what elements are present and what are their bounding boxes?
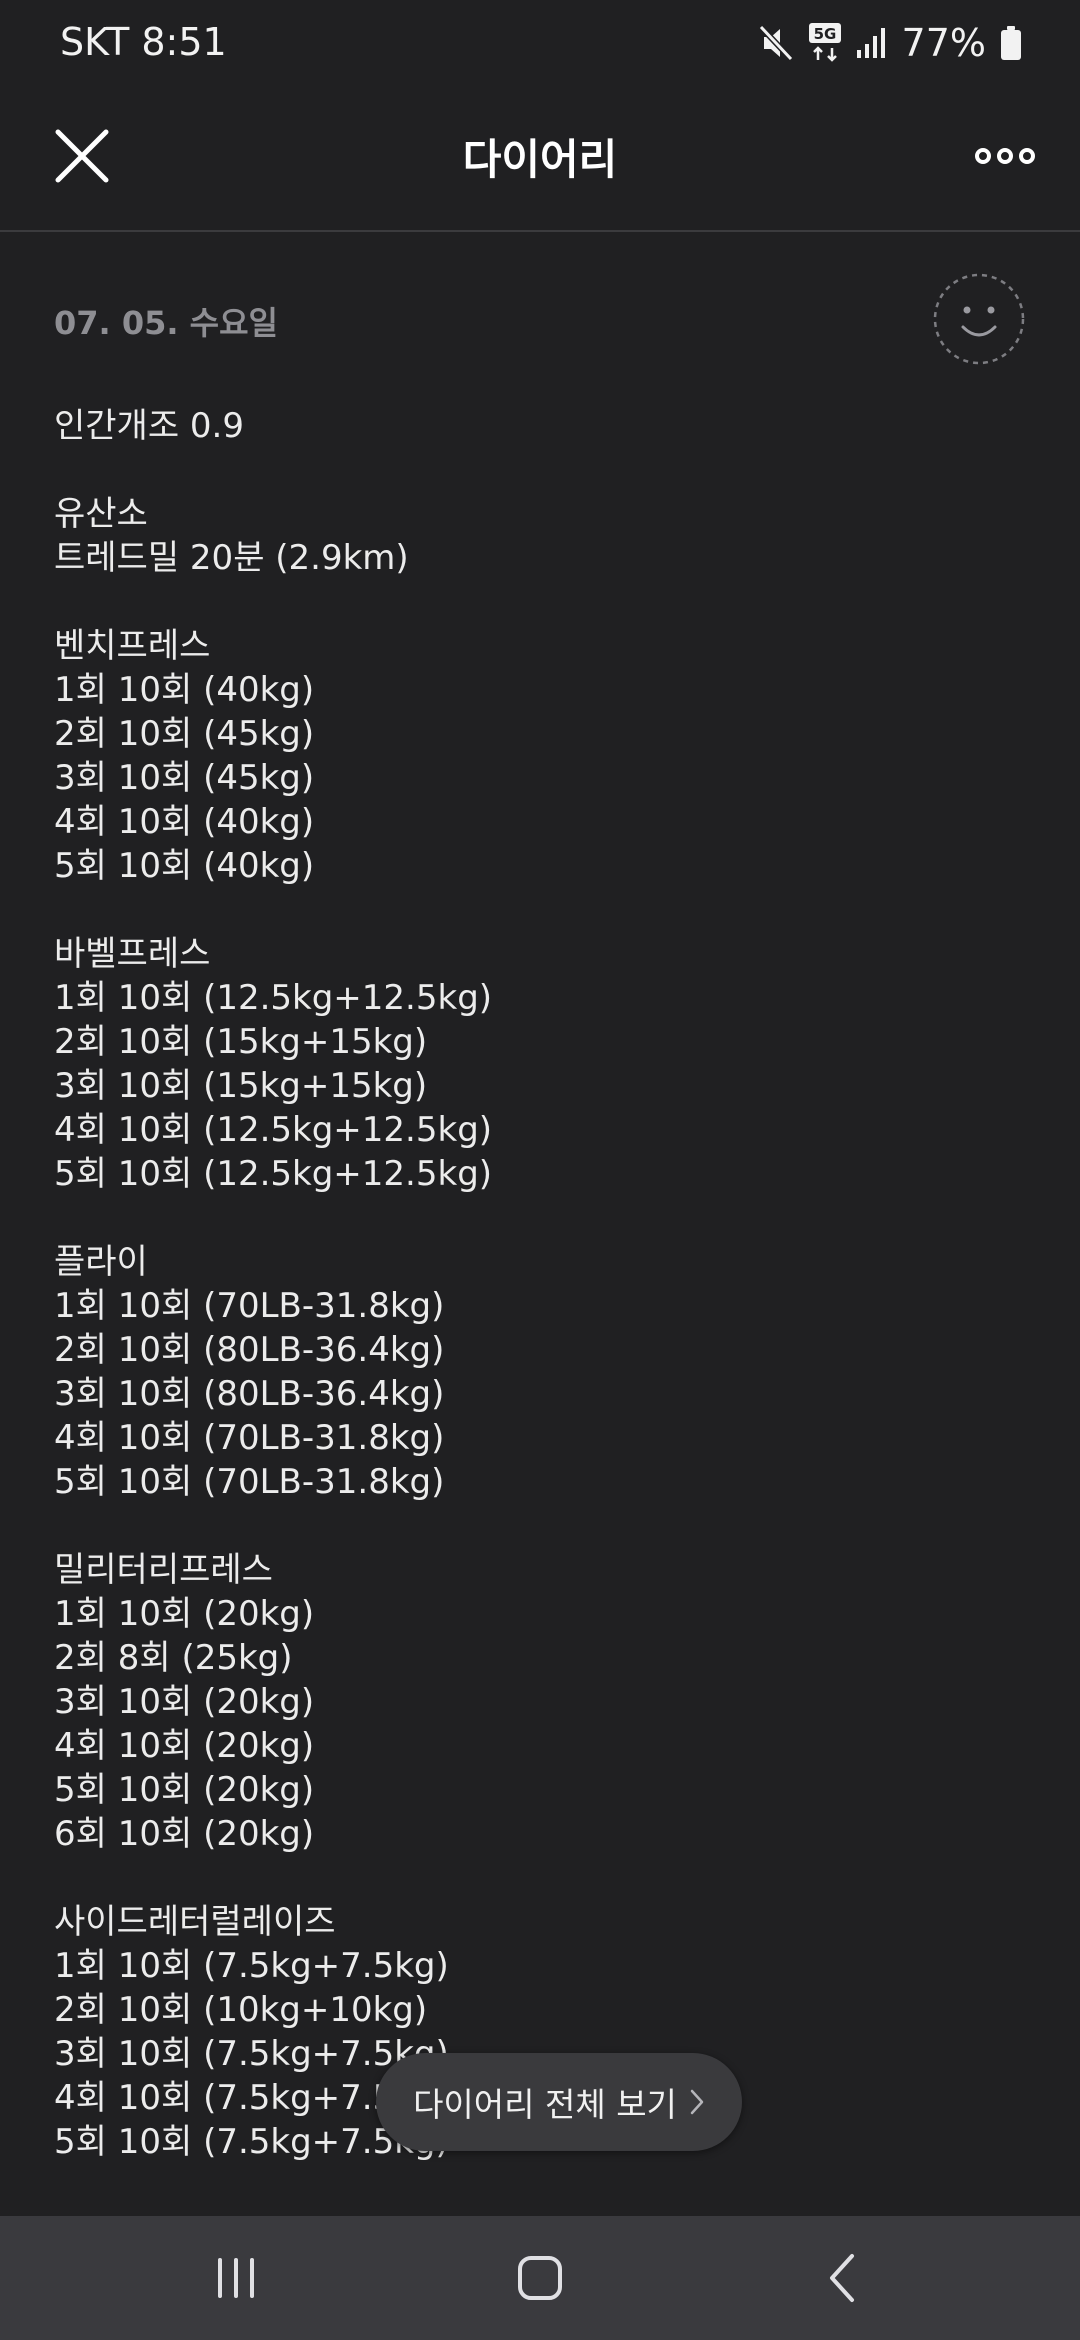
entry-line: 3회 10회 (45kg)	[54, 758, 315, 798]
entry-line: 2회 8회 (25kg)	[54, 1638, 293, 1678]
entry-line: 4회 10회 (20kg)	[54, 1726, 315, 1766]
entry-blank-line	[54, 448, 1034, 492]
view-all-diary-label: 다이어리 전체 보기	[413, 2085, 677, 2124]
more-icon[interactable]	[974, 136, 1036, 176]
entry-line: 사이드레터럴레이즈	[54, 1902, 336, 1942]
entry-blank-line	[54, 1196, 1034, 1240]
entry-line: 2회 10회 (10kg+10kg)	[54, 1990, 428, 2030]
entry-line: 1회 10회 (12.5kg+12.5kg)	[54, 978, 493, 1018]
chevron-right-icon	[690, 2089, 704, 2115]
entry-body[interactable]: 인간개조 0.9 유산소 트레드밀 20분 (2.9km) 벤치프레스 1회 10회 (…	[54, 404, 1034, 2164]
entry-line: 1회 10회 (40kg)	[54, 670, 315, 710]
entry-line: 4회 10회 (40kg)	[54, 802, 315, 842]
app-bar: 다이어리	[0, 84, 1080, 232]
entry-line: 인간개조 0.9	[54, 406, 244, 446]
entry-blank-line	[54, 580, 1034, 624]
entry-line: 트레드밀 20분 (2.9km)	[54, 538, 409, 578]
page-title: 다이어리	[462, 135, 618, 184]
entry-line: 밀리터리프레스	[54, 1550, 273, 1590]
entry-line: 4회 10회 (12.5kg+12.5kg)	[54, 1110, 493, 1150]
mute-icon	[758, 24, 793, 62]
smiley-icon[interactable]	[932, 272, 1026, 366]
entry-line: 플라이	[54, 1242, 148, 1282]
entry-line: 5회 10회 (70LB-31.8kg)	[54, 1462, 445, 1502]
5g-icon: 5G	[808, 23, 841, 62]
recents-icon[interactable]	[204, 2248, 268, 2308]
battery-percent: 77%	[901, 21, 986, 65]
home-icon[interactable]	[508, 2248, 572, 2308]
entry-line: 1회 10회 (70LB-31.8kg)	[54, 1286, 445, 1326]
status-bar: SKT 8:51 5G 77%	[0, 0, 1080, 84]
svg-text:5G: 5G	[813, 25, 836, 43]
entry-line: 5회 10회 (12.5kg+12.5kg)	[54, 1154, 493, 1194]
signal-icon	[856, 28, 885, 58]
carrier-time: SKT 8:51	[60, 20, 227, 64]
view-all-diary-button[interactable]: 다이어리 전체 보기	[376, 2053, 742, 2151]
entry-line: 3회 10회 (15kg+15kg)	[54, 1066, 428, 1106]
entry-date: 07. 05. 수요일	[54, 304, 278, 342]
entry-line: 바벨프레스	[54, 934, 211, 974]
entry-line: 2회 10회 (15kg+15kg)	[54, 1022, 428, 1062]
entry-line: 1회 10회 (7.5kg+7.5kg)	[54, 1946, 449, 1986]
entry-line: 1회 10회 (20kg)	[54, 1594, 315, 1634]
entry-line: 벤치프레스	[54, 626, 211, 666]
entry-line: 2회 10회 (80LB-36.4kg)	[54, 1330, 445, 1370]
entry-blank-line	[54, 1856, 1034, 1900]
status-icons: 5G 77%	[758, 20, 1022, 66]
entry-line: 3회 10회 (20kg)	[54, 1682, 315, 1722]
battery-icon	[1001, 26, 1021, 60]
entry-line: 6회 10회 (20kg)	[54, 1814, 315, 1854]
entry-line: 5회 10회 (20kg)	[54, 1770, 315, 1810]
entry-line: 2회 10회 (45kg)	[54, 714, 315, 754]
entry-line: 유산소	[54, 494, 148, 534]
back-icon[interactable]	[810, 2248, 874, 2308]
entry-blank-line	[54, 1504, 1034, 1548]
entry-line: 3회 10회 (80LB-36.4kg)	[54, 1374, 445, 1414]
entry-line: 4회 10회 (70LB-31.8kg)	[54, 1418, 445, 1458]
entry-line: 5회 10회 (40kg)	[54, 846, 315, 886]
system-nav-bar	[0, 2216, 1080, 2340]
entry-blank-line	[54, 888, 1034, 932]
